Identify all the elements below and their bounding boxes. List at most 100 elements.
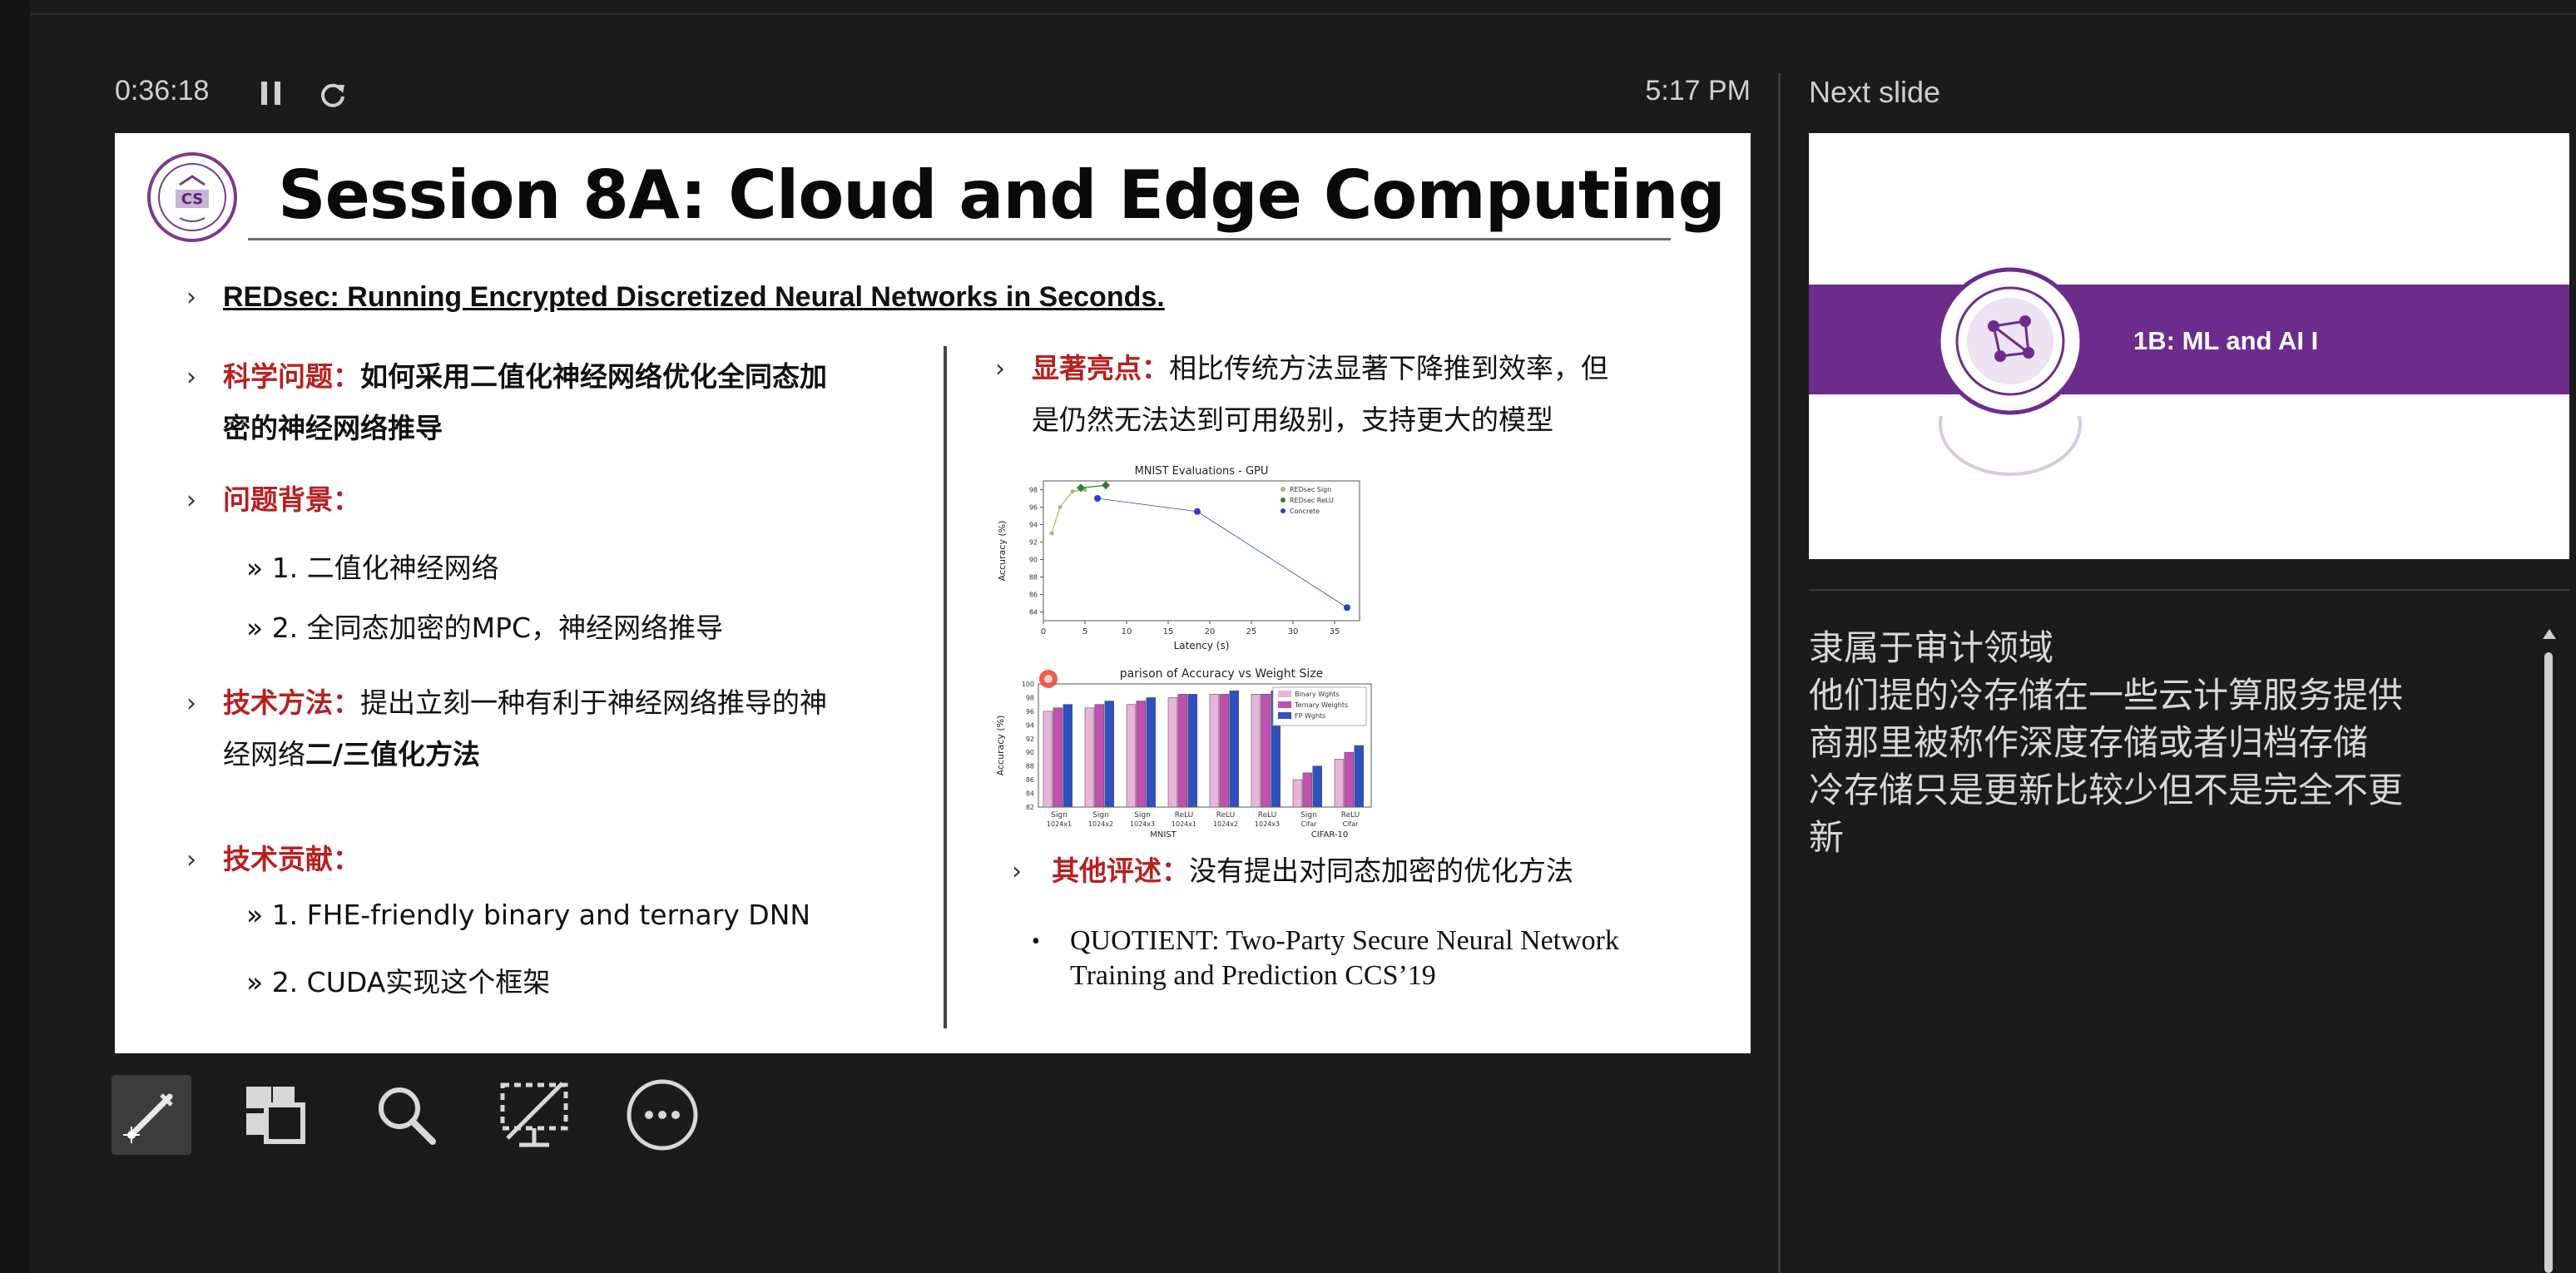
pen-tool-button[interactable] [111,1075,191,1155]
panel-divider[interactable] [1778,73,1781,1273]
y-tick-label: 92 [1029,539,1038,547]
data-point [1344,604,1350,612]
see-all-slides-button[interactable] [235,1075,315,1155]
group-label: CIFAR-10 [1311,830,1348,840]
window-edge [0,0,30,1273]
notes-line: 冷存储只是更新比较少但不是完全不更 [1809,770,2404,810]
black-screen-button[interactable] [494,1075,574,1155]
legend-label: REDsec ReLU [1290,497,1334,504]
speaker-notes[interactable]: 隶属于审计领域 他们提的冷存储在一些云计算服务提供 商那里被称作深度存储或者归档… [1809,624,2541,861]
legend-swatch [1278,691,1291,697]
laser-pointer-core [1044,675,1053,683]
restart-timer-button[interactable] [316,78,349,111]
bar [1177,694,1188,808]
top-divider [30,13,2576,15]
bar [1126,704,1137,808]
bar [1219,694,1230,808]
bar [1251,694,1261,808]
category-label: Sign [1051,811,1068,820]
more-options-button[interactable] [622,1075,702,1155]
data-point [1094,495,1101,502]
contribution-label: 技术贡献： [223,843,360,875]
legend-label: Ternary Weights [1294,701,1348,709]
bar [1146,697,1157,808]
accuracy-weight-chart: parison of Accuracy vs Weight Size 82 84 86… [995,667,1372,840]
y-tick-label: 82 [1026,804,1034,811]
method-label: 技术方法： [223,686,360,719]
question-text-2: 密的神经网络推导 [223,412,443,444]
scroll-up-arrow-icon[interactable] [2543,629,2556,639]
bar [1167,697,1178,808]
other-comment: 其他评述：没有提出对同态加密的优化方法 [1052,845,1573,897]
category-label: ReLU [1341,811,1360,820]
category-label: Cifar [1301,820,1318,828]
x-tick-label: 30 [1288,627,1299,636]
category-label: ReLU [1175,811,1194,820]
elapsed-timer: 0:36:18 [115,75,210,106]
zoom-button[interactable] [366,1075,446,1155]
bar [1292,779,1303,808]
other-text: 没有提出对同态加密的优化方法 [1189,854,1573,887]
method-text-1: 提出立刻一种有利于神经网络推导的神 [360,686,827,719]
bar [1094,704,1105,808]
category-label: ReLU [1258,811,1277,820]
restart-icon [321,83,344,107]
method: 技术方法：提出立刻一种有利于神经网络推导的神 经网络二/三值化方法 [223,677,827,780]
next-slide-title: 1B: ML and AI I [2133,326,2319,355]
bar [1053,707,1063,808]
y-tick-label: 88 [1026,763,1034,770]
next-slide-thumbnail[interactable]: 1B: ML and AI I [1809,133,2569,559]
current-slide[interactable]: CS Session 8A: Cloud and Edge Computing … [115,133,1751,1053]
y-tick-label: 100 [1022,681,1034,688]
category-label: 1024x1 [1172,820,1196,828]
bullet-chevron: › [186,283,196,312]
bullet-chevron: › [186,845,196,874]
bar [1084,707,1095,808]
pause-icon [261,82,267,105]
background-item: » 1. 二值化神经网络 [246,552,499,584]
y-tick-label: 96 [1026,708,1034,716]
x-tick-label: 25 [1246,627,1257,636]
pen-icon [123,1093,173,1143]
magnifier-icon [379,1087,436,1145]
x-tick-label: 35 [1330,627,1340,636]
notes-divider[interactable] [1809,589,2569,591]
legend-label: Concrete [1290,508,1320,515]
university-seal-icon [1936,267,2084,415]
x-tick-label: 10 [1122,627,1132,636]
highlight-text-1: 相比传统方法显著下降推到效率，但 [1169,352,1608,384]
chart-title: MNIST Evaluations - GPU [1135,465,1269,478]
slides-grid-icon [246,1087,305,1144]
legend-label: REDsec Sign [1290,486,1331,493]
notes-scrollbar[interactable] [2544,652,2553,1273]
data-point [1070,489,1075,494]
title-rule [248,238,1671,240]
legend-label: FP Wghts [1295,712,1325,720]
data-point [1049,531,1054,536]
method-text-2b: 二/三值化方法 [305,738,481,770]
legend-label: Binary Wghts [1295,691,1340,698]
background-item: » 2. 全同态加密的MPC，神经网络推导 [246,612,724,644]
pause-timer-button[interactable] [260,80,283,108]
y-tick-label: 94 [1026,721,1034,729]
category-label: 1024x1 [1047,820,1072,828]
legend-swatch [1278,701,1291,708]
notes-line: 他们提的冷存储在一些云计算服务提供 [1809,675,2404,716]
bar [1312,765,1323,808]
seal-reflection [1939,416,2082,476]
bar [1209,694,1220,808]
contribution-item: » 1. FHE-friendly binary and ternary DNN [246,899,811,931]
y-tick-label: 90 [1029,557,1038,564]
y-tick-label: 86 [1029,592,1038,599]
x-tick-label: 15 [1163,627,1174,636]
contribution-heading: 技术贡献： [223,834,360,885]
legend-marker [1281,498,1286,503]
category-label: Sign [1092,811,1109,820]
bar [1229,690,1240,808]
bar [1302,772,1313,808]
x-axis-label: Latency (s) [1174,640,1230,651]
notes-line: 商那里被称作深度存储或者归档存储 [1809,722,2369,763]
screen-off-icon [500,1082,568,1147]
y-tick-label: 90 [1026,749,1034,756]
bullet-chevron: › [995,354,1005,384]
